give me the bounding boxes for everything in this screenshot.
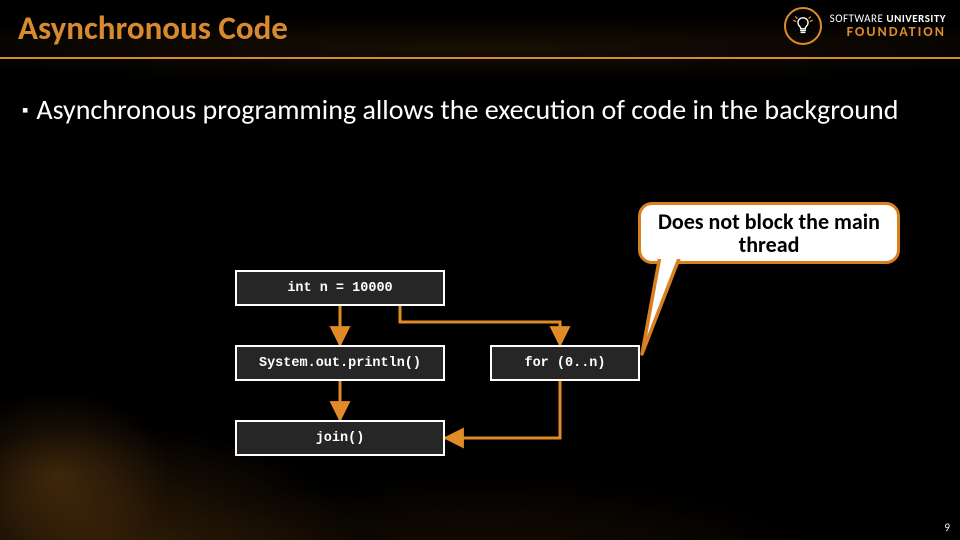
- logo-line2: FOUNDATION: [830, 25, 946, 38]
- code-box-print: System.out.println(): [235, 345, 445, 381]
- callout-tail-icon: [636, 250, 696, 360]
- bullet-marker-icon: ▪: [22, 99, 28, 121]
- code-box-for: for (0..n): [490, 345, 640, 381]
- code-box-join: join(): [235, 420, 445, 456]
- lightbulb-icon: [784, 7, 822, 45]
- title-underline: [0, 57, 960, 59]
- slide: Asynchronous Code SOFTWARE UNIVERSITY FO…: [0, 0, 960, 540]
- code-box-init: int n = 10000: [235, 270, 445, 306]
- page-number: 9: [944, 521, 950, 534]
- slide-title: Asynchronous Code: [18, 8, 288, 48]
- diagram: int n = 10000 System.out.println() for (…: [0, 190, 960, 540]
- brand-logo: SOFTWARE UNIVERSITY FOUNDATION: [784, 7, 946, 45]
- body-bullet: ▪ Asynchronous programming allows the exe…: [22, 92, 936, 127]
- bullet-text: Asynchronous programming allows the exec…: [36, 92, 898, 127]
